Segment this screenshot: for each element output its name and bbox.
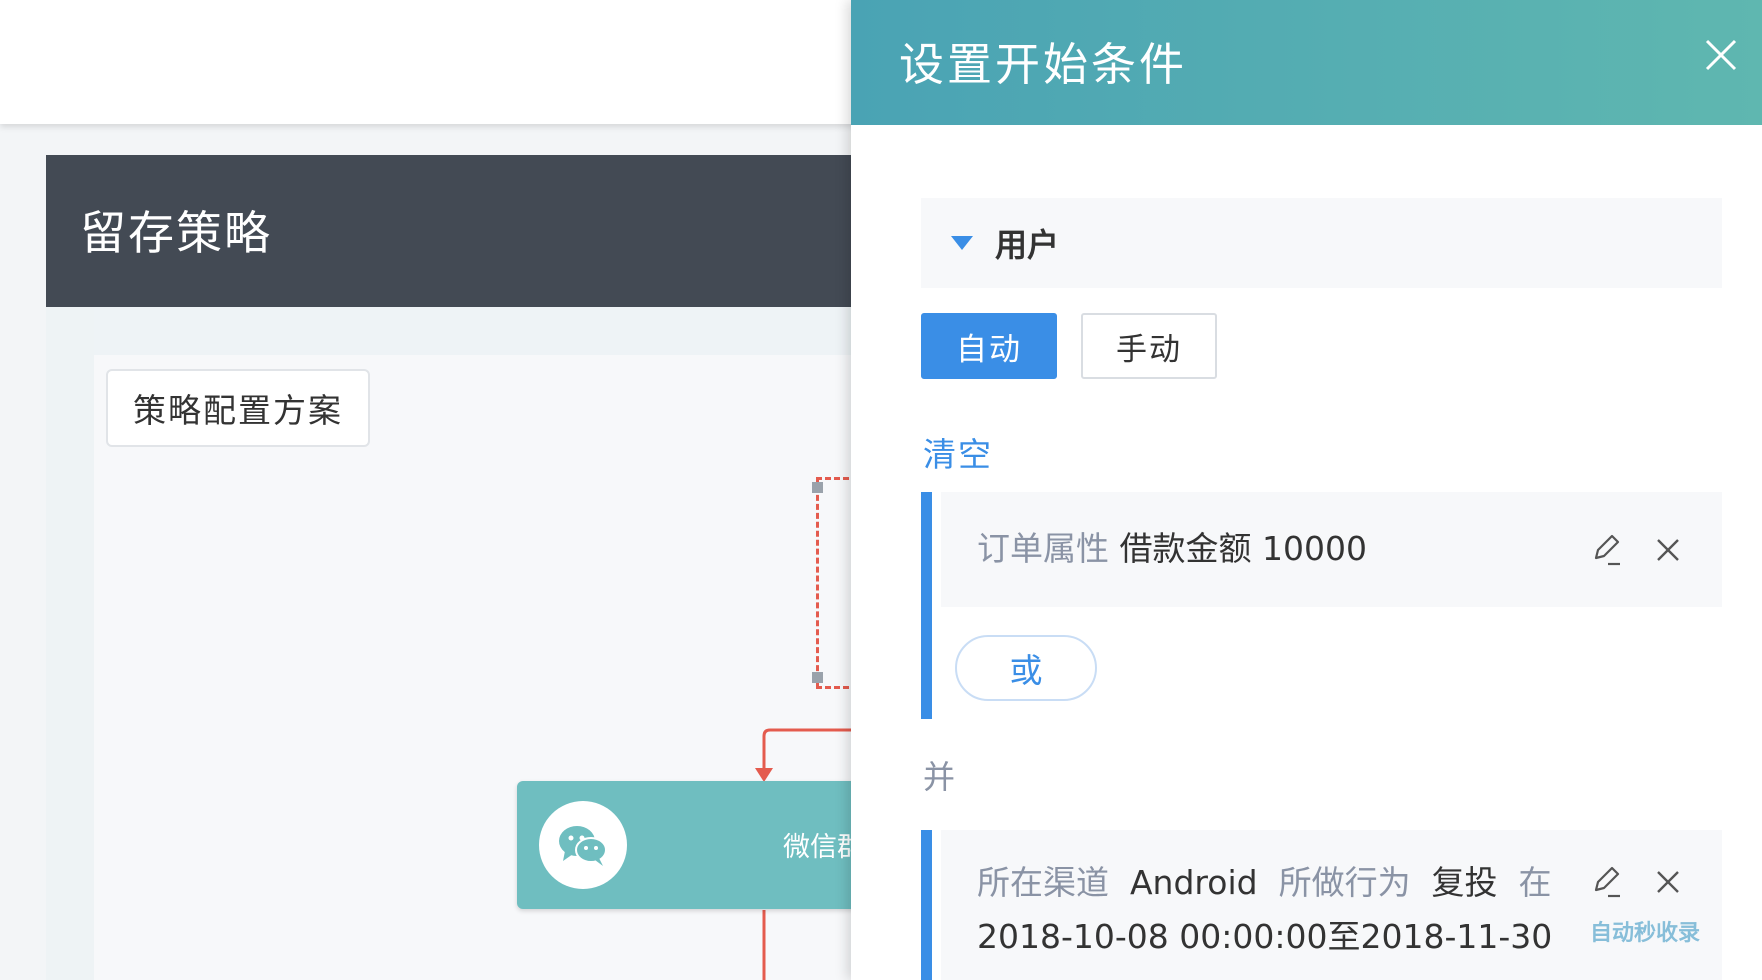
- edit-icon[interactable]: [1588, 864, 1624, 900]
- or-button[interactable]: 或: [955, 635, 1097, 701]
- caret-down-icon: [951, 236, 973, 250]
- close-icon[interactable]: [1701, 35, 1741, 75]
- start-condition-drawer: 设置开始条件 用户 自动 手动 清空 订单属性 借款金额 10000 或 并 所…: [851, 0, 1762, 980]
- wechat-group-node[interactable]: 微信群: [517, 781, 877, 909]
- condition-group: 所在渠道 Android 所做行为 复投 在 2018-10-08 00:00:…: [921, 830, 1722, 980]
- resize-handle[interactable]: [812, 672, 823, 683]
- section-title: 用户: [995, 226, 1060, 264]
- drawer-header: 设置开始条件: [851, 0, 1762, 125]
- toolbar-strip: [46, 307, 860, 355]
- delete-icon[interactable]: [1650, 532, 1686, 568]
- strategy-scheme-button[interactable]: 策略配置方案: [106, 369, 370, 447]
- time-label: 在: [1518, 863, 1552, 902]
- left-strip: [46, 307, 94, 980]
- channel-value: Android: [1129, 863, 1258, 902]
- watermark-logo: 自动秒收录: [1590, 921, 1701, 946]
- page-title: 留存策略: [80, 206, 272, 260]
- action-value: 复投: [1431, 863, 1498, 902]
- time-range: 2018-10-08 00:00:00至2018-11-30: [977, 917, 1553, 956]
- action-label: 所做行为: [1278, 863, 1411, 902]
- mode-auto-button[interactable]: 自动: [921, 313, 1057, 379]
- condition-value: 10000: [1262, 529, 1367, 568]
- group-indicator: [921, 492, 932, 719]
- condition-field-value: 借款金额: [1119, 529, 1252, 568]
- group-indicator: [921, 830, 932, 980]
- edit-icon[interactable]: [1588, 532, 1624, 568]
- condition-card: 所在渠道 Android 所做行为 复投 在 2018-10-08 00:00:…: [941, 830, 1722, 980]
- top-bar: [0, 0, 860, 124]
- strategy-header: 留存策略: [46, 155, 860, 307]
- channel-label: 所在渠道: [977, 863, 1109, 902]
- condition-text: 所在渠道 Android 所做行为 复投 在 2018-10-08 00:00:…: [977, 856, 1567, 964]
- clear-link[interactable]: 清空: [923, 428, 993, 476]
- mode-manual-button[interactable]: 手动: [1081, 313, 1217, 379]
- drawer-title: 设置开始条件: [899, 38, 1188, 91]
- arrow-down-icon: [755, 768, 773, 782]
- and-label: 并: [923, 758, 956, 796]
- condition-text: 订单属性 借款金额 10000: [977, 522, 1367, 576]
- condition-card: 订单属性 借款金额 10000: [941, 492, 1722, 607]
- user-section-header[interactable]: 用户: [921, 198, 1722, 288]
- condition-field-label: 订单属性: [977, 529, 1109, 568]
- delete-icon[interactable]: [1650, 864, 1686, 900]
- resize-handle[interactable]: [812, 482, 823, 493]
- wechat-icon: [539, 801, 627, 889]
